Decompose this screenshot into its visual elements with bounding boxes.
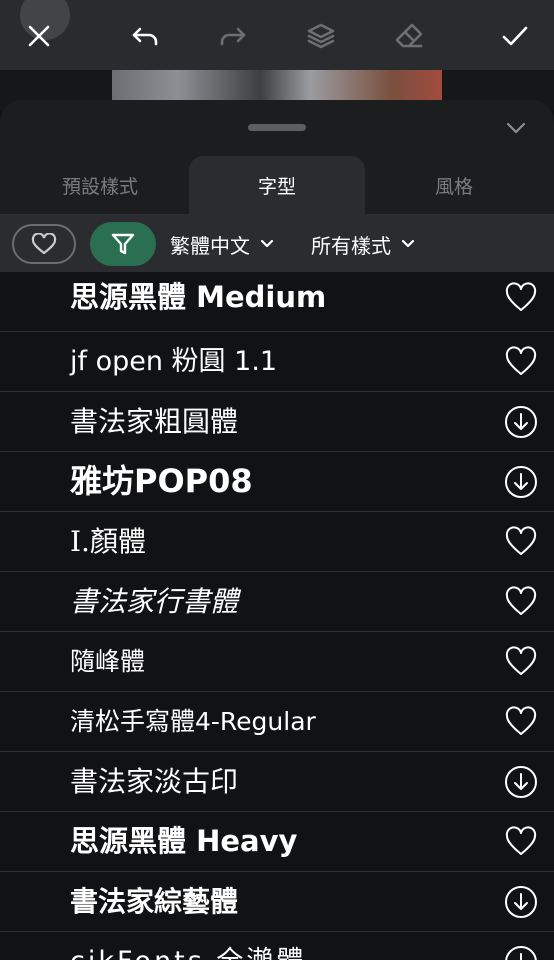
font-row[interactable]: cjkFonts 全瀨體 xyxy=(0,932,554,960)
filter-bar: 繁體中文 所有樣式 xyxy=(0,214,554,274)
style-dropdown[interactable]: 所有樣式 xyxy=(311,226,415,262)
language-dropdown[interactable]: 繁體中文 xyxy=(170,226,274,262)
close-icon[interactable] xyxy=(15,12,63,60)
redo-icon[interactable] xyxy=(209,12,257,60)
tab-styles[interactable]: 風格 xyxy=(366,156,542,214)
download-icon[interactable] xyxy=(504,405,538,439)
download-icon[interactable] xyxy=(504,945,538,960)
download-icon[interactable] xyxy=(504,465,538,499)
download-icon[interactable] xyxy=(504,885,538,919)
layers-icon[interactable] xyxy=(297,12,345,60)
font-row[interactable]: 清松手寫體4-Regular xyxy=(0,692,554,752)
tab-preset-styles[interactable]: 預設樣式 xyxy=(12,156,188,214)
undo-icon[interactable] xyxy=(121,12,169,60)
font-row[interactable]: I.顏體 xyxy=(0,512,554,572)
font-row[interactable]: jf open 粉圓 1.1 xyxy=(0,332,554,392)
font-row[interactable]: 思源黑體 Medium xyxy=(0,272,554,332)
font-list: 思源黑體 Medium jf open 粉圓 1.1 書法家粗圓體 雅坊POP0… xyxy=(0,272,554,960)
heart-icon xyxy=(31,233,57,255)
font-row[interactable]: 雅坊POP08 xyxy=(0,452,554,512)
font-name: cjkFonts 全瀨體 xyxy=(70,932,306,960)
font-name: 思源黑體 Medium xyxy=(70,280,327,314)
font-row[interactable]: 書法家淡古印 xyxy=(0,752,554,812)
font-row[interactable]: 書法家綜藝體 xyxy=(0,872,554,932)
heart-icon[interactable] xyxy=(504,585,538,619)
filter-button[interactable] xyxy=(90,222,156,266)
font-name: 雅坊POP08 xyxy=(70,462,253,500)
heart-icon[interactable] xyxy=(504,345,538,379)
font-row[interactable]: 思源黑體 Heavy xyxy=(0,812,554,872)
font-name: jf open 粉圓 1.1 xyxy=(70,346,278,377)
font-row[interactable]: 隨峰體 xyxy=(0,632,554,692)
eraser-icon[interactable] xyxy=(385,12,433,60)
check-icon[interactable] xyxy=(491,12,539,60)
font-name: 清松手寫體4-Regular xyxy=(70,707,316,736)
top-toolbar xyxy=(0,0,554,70)
chevron-down-icon xyxy=(260,239,274,248)
font-name: 書法家綜藝體 xyxy=(70,885,239,918)
heart-icon[interactable] xyxy=(504,525,538,559)
font-name: 隨峰體 xyxy=(70,647,146,676)
font-name: 書法家行書體 xyxy=(70,585,239,618)
tab-fonts[interactable]: 字型 xyxy=(189,156,365,214)
heart-icon[interactable] xyxy=(504,645,538,679)
panel-tabs: 預設樣式 字型 風格 xyxy=(0,156,554,214)
chevron-down-icon[interactable] xyxy=(500,114,532,142)
font-name: I.顏體 xyxy=(70,525,146,558)
filter-icon xyxy=(111,233,135,255)
heart-icon[interactable] xyxy=(504,825,538,859)
font-row[interactable]: 書法家粗圓體 xyxy=(0,392,554,452)
chevron-down-icon xyxy=(401,239,415,248)
style-dropdown-label: 所有樣式 xyxy=(311,233,391,258)
font-row[interactable]: 書法家行書體 xyxy=(0,572,554,632)
heart-icon[interactable] xyxy=(504,705,538,739)
language-dropdown-label: 繁體中文 xyxy=(170,233,250,258)
drag-handle[interactable] xyxy=(248,124,306,131)
font-name: 思源黑體 Heavy xyxy=(70,824,298,858)
download-icon[interactable] xyxy=(504,765,538,799)
font-name: 書法家淡古印 xyxy=(70,765,239,798)
favorites-filter-button[interactable] xyxy=(12,224,76,264)
heart-icon[interactable] xyxy=(504,281,538,315)
font-name: 書法家粗圓體 xyxy=(70,405,239,438)
